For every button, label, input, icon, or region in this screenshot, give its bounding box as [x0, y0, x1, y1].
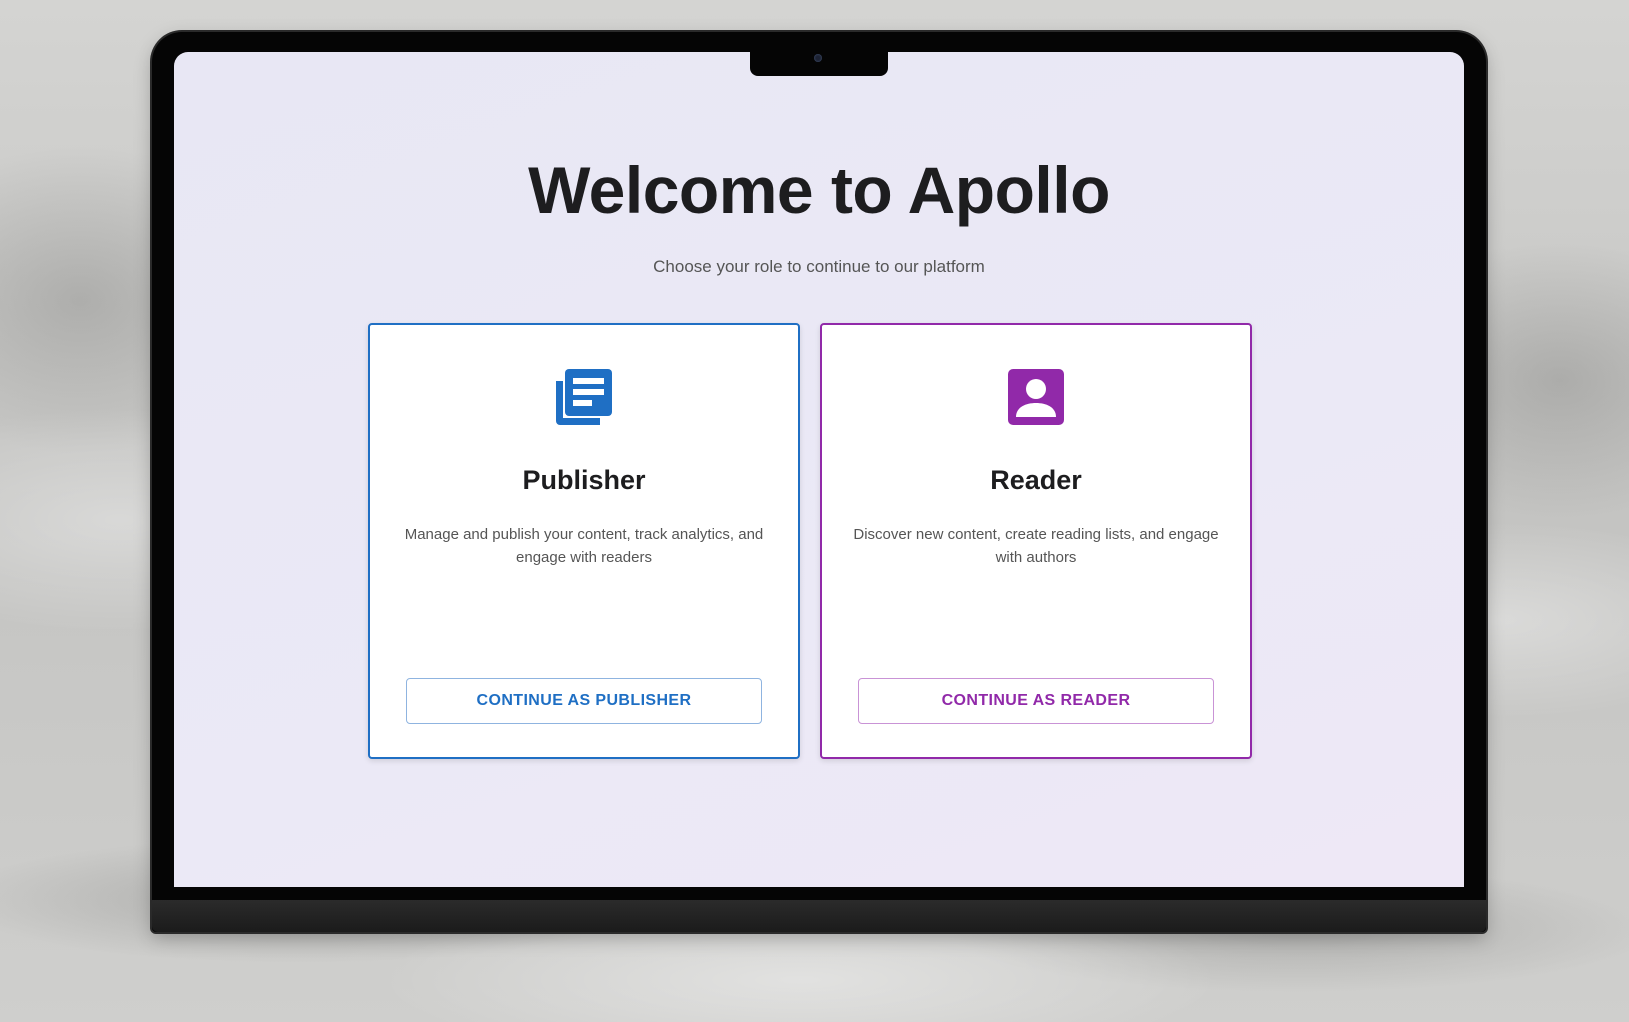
- camera-notch: [750, 50, 888, 76]
- app-screen: Welcome to Apollo Choose your role to co…: [174, 52, 1464, 887]
- laptop-base: [152, 900, 1486, 932]
- reader-title: Reader: [990, 465, 1082, 495]
- publisher-description: Manage and publish your content, track a…: [404, 526, 764, 566]
- reader-description: Discover new content, create reading lis…: [853, 526, 1219, 566]
- page-title: Welcome to Apollo: [528, 153, 1110, 227]
- account-box-icon: [1008, 369, 1064, 425]
- reader-role-card[interactable]: Reader Discover new content, create read…: [820, 323, 1252, 759]
- continue-as-publisher-button[interactable]: CONTINUE AS PUBLISHER: [406, 678, 762, 724]
- continue-as-reader-button[interactable]: CONTINUE AS READER: [858, 678, 1214, 724]
- page-subtitle: Choose your role to continue to our plat…: [653, 257, 985, 276]
- camera-icon: [814, 54, 822, 62]
- publisher-role-card[interactable]: Publisher Manage and publish your conten…: [368, 323, 800, 759]
- publisher-title: Publisher: [522, 465, 646, 495]
- newspaper-icon: [556, 369, 612, 425]
